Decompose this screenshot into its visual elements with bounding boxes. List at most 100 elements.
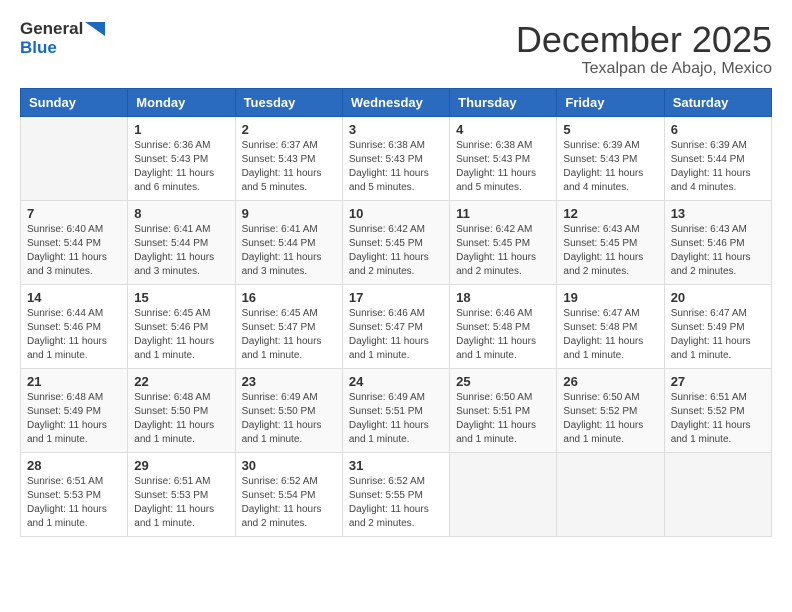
calendar-cell: 19Sunrise: 6:47 AM Sunset: 5:48 PM Dayli… xyxy=(557,284,664,368)
day-info: Sunrise: 6:52 AM Sunset: 5:55 PM Dayligh… xyxy=(349,475,443,531)
day-info: Sunrise: 6:42 AM Sunset: 5:45 PM Dayligh… xyxy=(456,223,550,279)
calendar-cell: 12 Sunrise: 6:43 AM Sunset: 5:45 PM Dayli… xyxy=(557,200,664,284)
calendar-week-row: 1 Sunrise: 6:36 AM Sunset: 5:43 PM Daylig… xyxy=(21,116,772,200)
calendar-week-row: 28 Sunrise: 6:51 AM Sunset: 5:53 PM Dayli… xyxy=(21,452,772,536)
day-number: 1 xyxy=(134,122,228,137)
logo-container: General Blue xyxy=(20,20,105,57)
calendar-cell: 17 Sunrise: 6:46 AM Sunset: 5:47 PM Dayli… xyxy=(342,284,449,368)
calendar-cell: 13Sunrise: 6:43 AM Sunset: 5:46 PM Dayli… xyxy=(664,200,771,284)
day-info: Sunrise: 6:51 AM Sunset: 5:53 PM Dayligh… xyxy=(134,475,228,531)
calendar-cell: 11 Sunrise: 6:42 AM Sunset: 5:45 PM Dayli… xyxy=(450,200,557,284)
day-number: 28 xyxy=(27,458,121,473)
header-thursday: Thursday xyxy=(450,88,557,116)
calendar-cell: 1 Sunrise: 6:36 AM Sunset: 5:43 PM Daylig… xyxy=(128,116,235,200)
logo-triangle-icon xyxy=(85,22,105,36)
day-info: Sunrise: 6:42 AM Sunset: 5:45 PM Dayligh… xyxy=(349,223,443,279)
day-number: 17 xyxy=(349,290,443,305)
day-info: Sunrise: 6:47 AM Sunset: 5:49 PM Dayligh… xyxy=(671,307,765,363)
calendar-cell: 10 Sunrise: 6:42 AM Sunset: 5:45 PM Dayli… xyxy=(342,200,449,284)
header-sunday: Sunday xyxy=(21,88,128,116)
page-header: General Blue December 2025 Texalpan de A… xyxy=(20,20,772,78)
calendar-cell: 21 Sunrise: 6:48 AM Sunset: 5:49 PM Dayli… xyxy=(21,368,128,452)
calendar-week-row: 7 Sunrise: 6:40 AM Sunset: 5:44 PM Daylig… xyxy=(21,200,772,284)
day-info: Sunrise: 6:43 AM Sunset: 5:46 PM Dayligh… xyxy=(671,223,765,279)
calendar-cell: 23 Sunrise: 6:49 AM Sunset: 5:50 PM Dayli… xyxy=(235,368,342,452)
calendar-cell: 4 Sunrise: 6:38 AM Sunset: 5:43 PM Daylig… xyxy=(450,116,557,200)
calendar-cell: 29 Sunrise: 6:51 AM Sunset: 5:53 PM Dayli… xyxy=(128,452,235,536)
day-info: Sunrise: 6:52 AM Sunset: 5:54 PM Dayligh… xyxy=(242,475,336,531)
calendar-cell: 24Sunrise: 6:49 AM Sunset: 5:51 PM Dayli… xyxy=(342,368,449,452)
calendar-header-row: SundayMondayTuesdayWednesdayThursdayFrid… xyxy=(21,88,772,116)
day-number: 11 xyxy=(456,206,550,221)
day-number: 20 xyxy=(671,290,765,305)
day-number: 3 xyxy=(349,122,443,137)
calendar-cell xyxy=(664,452,771,536)
day-info: Sunrise: 6:44 AM Sunset: 5:46 PM Dayligh… xyxy=(27,307,121,363)
calendar-cell: 9 Sunrise: 6:41 AM Sunset: 5:44 PM Daylig… xyxy=(235,200,342,284)
calendar-cell: 7 Sunrise: 6:40 AM Sunset: 5:44 PM Daylig… xyxy=(21,200,128,284)
logo-general-text: General xyxy=(20,20,83,39)
day-info: Sunrise: 6:49 AM Sunset: 5:50 PM Dayligh… xyxy=(242,391,336,447)
day-info: Sunrise: 6:45 AM Sunset: 5:46 PM Dayligh… xyxy=(134,307,228,363)
day-info: Sunrise: 6:37 AM Sunset: 5:43 PM Dayligh… xyxy=(242,139,336,195)
day-number: 4 xyxy=(456,122,550,137)
calendar-week-row: 14Sunrise: 6:44 AM Sunset: 5:46 PM Dayli… xyxy=(21,284,772,368)
day-info: Sunrise: 6:51 AM Sunset: 5:53 PM Dayligh… xyxy=(27,475,121,531)
day-info: Sunrise: 6:46 AM Sunset: 5:47 PM Dayligh… xyxy=(349,307,443,363)
day-number: 23 xyxy=(242,374,336,389)
logo: General Blue xyxy=(20,20,105,57)
day-number: 21 xyxy=(27,374,121,389)
calendar-cell: 22 Sunrise: 6:48 AM Sunset: 5:50 PM Dayli… xyxy=(128,368,235,452)
calendar-table: SundayMondayTuesdayWednesdayThursdayFrid… xyxy=(20,88,772,537)
day-number: 24 xyxy=(349,374,443,389)
day-info: Sunrise: 6:40 AM Sunset: 5:44 PM Dayligh… xyxy=(27,223,121,279)
day-info: Sunrise: 6:50 AM Sunset: 5:51 PM Dayligh… xyxy=(456,391,550,447)
day-info: Sunrise: 6:41 AM Sunset: 5:44 PM Dayligh… xyxy=(134,223,228,279)
day-number: 2 xyxy=(242,122,336,137)
calendar-cell: 8 Sunrise: 6:41 AM Sunset: 5:44 PM Daylig… xyxy=(128,200,235,284)
calendar-cell: 5Sunrise: 6:39 AM Sunset: 5:43 PM Daylig… xyxy=(557,116,664,200)
day-number: 8 xyxy=(134,206,228,221)
day-number: 6 xyxy=(671,122,765,137)
day-number: 29 xyxy=(134,458,228,473)
calendar-cell: 25 Sunrise: 6:50 AM Sunset: 5:51 PM Dayli… xyxy=(450,368,557,452)
calendar-cell: 6 Sunrise: 6:39 AM Sunset: 5:44 PM Daylig… xyxy=(664,116,771,200)
calendar-cell: 2 Sunrise: 6:37 AM Sunset: 5:43 PM Daylig… xyxy=(235,116,342,200)
header-monday: Monday xyxy=(128,88,235,116)
day-number: 16 xyxy=(242,290,336,305)
day-info: Sunrise: 6:41 AM Sunset: 5:44 PM Dayligh… xyxy=(242,223,336,279)
main-title: December 2025 xyxy=(516,20,772,60)
day-info: Sunrise: 6:39 AM Sunset: 5:44 PM Dayligh… xyxy=(671,139,765,195)
calendar-cell: 30Sunrise: 6:52 AM Sunset: 5:54 PM Dayli… xyxy=(235,452,342,536)
day-info: Sunrise: 6:38 AM Sunset: 5:43 PM Dayligh… xyxy=(456,139,550,195)
day-number: 7 xyxy=(27,206,121,221)
day-number: 31 xyxy=(349,458,443,473)
header-tuesday: Tuesday xyxy=(235,88,342,116)
day-info: Sunrise: 6:47 AM Sunset: 5:48 PM Dayligh… xyxy=(563,307,657,363)
day-info: Sunrise: 6:36 AM Sunset: 5:43 PM Dayligh… xyxy=(134,139,228,195)
day-number: 25 xyxy=(456,374,550,389)
calendar-cell: 31 Sunrise: 6:52 AM Sunset: 5:55 PM Dayli… xyxy=(342,452,449,536)
day-info: Sunrise: 6:46 AM Sunset: 5:48 PM Dayligh… xyxy=(456,307,550,363)
day-number: 27 xyxy=(671,374,765,389)
day-number: 12 xyxy=(563,206,657,221)
day-number: 9 xyxy=(242,206,336,221)
title-section: December 2025 Texalpan de Abajo, Mexico xyxy=(516,20,772,78)
calendar-cell: 18Sunrise: 6:46 AM Sunset: 5:48 PM Dayli… xyxy=(450,284,557,368)
sub-title: Texalpan de Abajo, Mexico xyxy=(516,60,772,78)
day-info: Sunrise: 6:48 AM Sunset: 5:49 PM Dayligh… xyxy=(27,391,121,447)
calendar-cell: 20 Sunrise: 6:47 AM Sunset: 5:49 PM Dayli… xyxy=(664,284,771,368)
day-info: Sunrise: 6:45 AM Sunset: 5:47 PM Dayligh… xyxy=(242,307,336,363)
header-saturday: Saturday xyxy=(664,88,771,116)
calendar-cell xyxy=(21,116,128,200)
calendar-cell: 16 Sunrise: 6:45 AM Sunset: 5:47 PM Dayli… xyxy=(235,284,342,368)
day-info: Sunrise: 6:51 AM Sunset: 5:52 PM Dayligh… xyxy=(671,391,765,447)
day-number: 22 xyxy=(134,374,228,389)
calendar-cell: 27 Sunrise: 6:51 AM Sunset: 5:52 PM Dayli… xyxy=(664,368,771,452)
day-number: 26 xyxy=(563,374,657,389)
calendar-cell xyxy=(450,452,557,536)
day-info: Sunrise: 6:43 AM Sunset: 5:45 PM Dayligh… xyxy=(563,223,657,279)
day-info: Sunrise: 6:48 AM Sunset: 5:50 PM Dayligh… xyxy=(134,391,228,447)
day-info: Sunrise: 6:50 AM Sunset: 5:52 PM Dayligh… xyxy=(563,391,657,447)
day-number: 10 xyxy=(349,206,443,221)
